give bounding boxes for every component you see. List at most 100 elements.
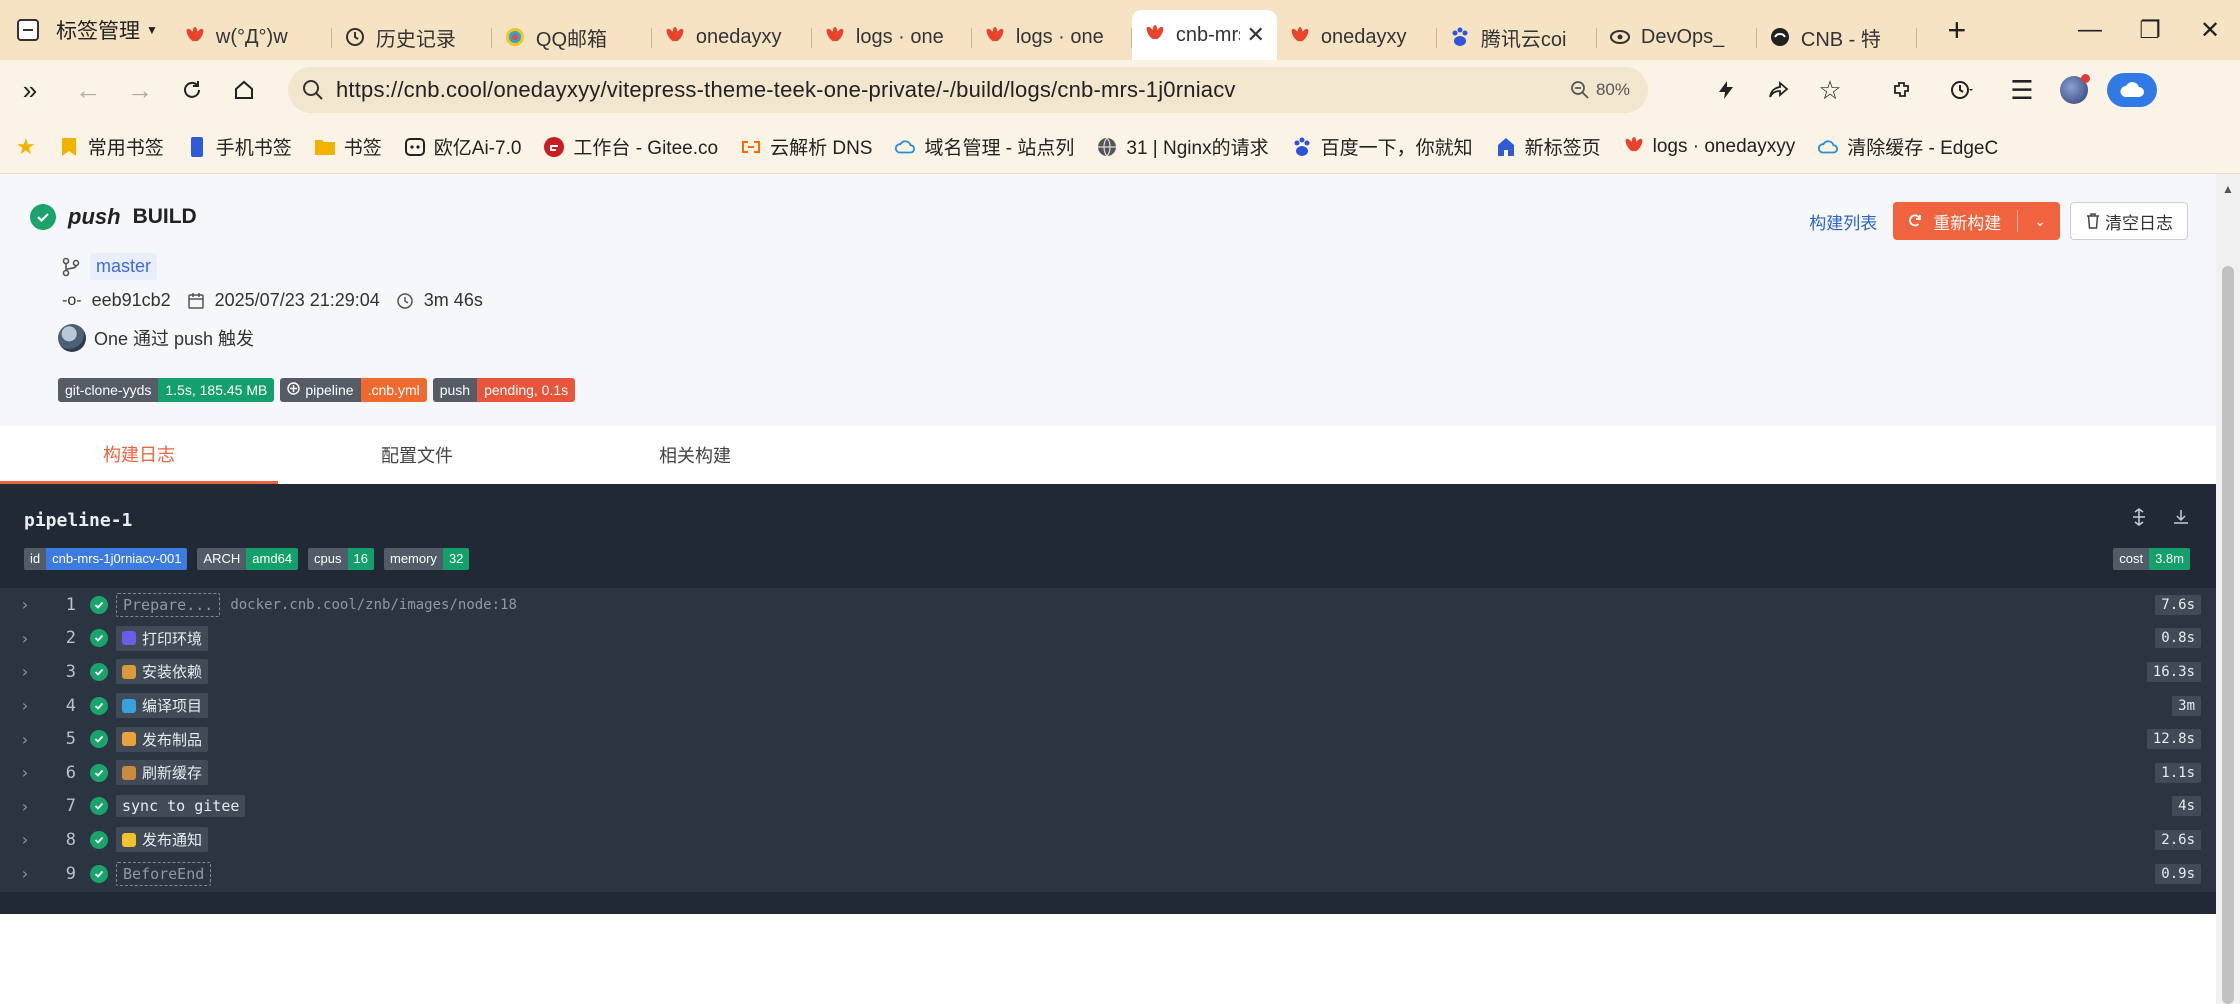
step-row[interactable]: › 7 sync to gitee 4s: [0, 790, 2216, 824]
step-row[interactable]: › 5 发布制品 12.8s: [0, 722, 2216, 756]
clock-icon: [397, 292, 413, 309]
close-tab-icon[interactable]: ✕: [1246, 22, 1264, 48]
address-bar[interactable]: https://cnb.cool/onedayxyy/vitepress-the…: [288, 67, 1648, 113]
step-duration: 7.6s: [2155, 594, 2201, 615]
share-icon[interactable]: [1752, 64, 1804, 116]
tab-group-menu[interactable]: 标签管理 ▼: [56, 15, 158, 45]
step-name[interactable]: 刷新缓存: [116, 760, 209, 786]
chevron-right-icon[interactable]: ›: [20, 629, 42, 648]
menu-icon[interactable]: ☰: [1996, 64, 2048, 116]
minimize-button[interactable]: —: [2060, 16, 2120, 44]
step-name[interactable]: 打印环境: [116, 625, 209, 651]
browser-tab[interactable]: onedayxy: [1277, 14, 1437, 60]
bookmark-item[interactable]: 清除缓存 - EdgeC: [1817, 133, 1998, 160]
tag-key: ARCH: [197, 548, 247, 570]
favorites-star-icon[interactable]: ★: [16, 134, 36, 160]
step-row[interactable]: › 6 刷新缓存 1.1s: [0, 756, 2216, 790]
step-row[interactable]: › 2 打印环境 0.8s: [0, 622, 2216, 656]
step-name[interactable]: 发布制品: [116, 726, 209, 752]
chevron-right-icon[interactable]: ›: [20, 696, 42, 715]
new-tab-button[interactable]: +: [1937, 12, 1977, 49]
chevron-right-icon[interactable]: ›: [20, 797, 42, 816]
git-commit-icon: -o-: [62, 291, 82, 309]
git-branch-icon: [62, 257, 80, 276]
history-dropdown-icon[interactable]: [1936, 64, 1988, 116]
bookmark-item[interactable]: 31 | Nginx的请求: [1096, 133, 1269, 160]
step-row[interactable]: › 4 编译项目 3m: [0, 689, 2216, 723]
browser-tab[interactable]: CNB - 特: [1757, 14, 1917, 60]
commit-hash[interactable]: eeb91cb2: [92, 290, 171, 311]
sidebar-expand-icon[interactable]: »: [4, 64, 56, 116]
close-window-button[interactable]: ✕: [2180, 16, 2240, 45]
user-avatar[interactable]: [58, 324, 86, 352]
bookmark-item[interactable]: logs · onedayxyy: [1623, 136, 1795, 158]
tab-related-builds[interactable]: 相关构建: [556, 426, 834, 484]
branch-link[interactable]: master: [90, 253, 158, 280]
build-header: push BUILD master -o- eeb91cb2 2025/07/2…: [0, 174, 2216, 426]
home-button[interactable]: [218, 64, 270, 116]
browser-tab[interactable]: logs · one: [812, 14, 972, 60]
bookmark-item[interactable]: 常用书签: [58, 133, 164, 160]
lightning-icon[interactable]: [1700, 64, 1752, 116]
scrollbar-thumb[interactable]: [2222, 266, 2234, 1004]
step-name[interactable]: BeforeEnd: [116, 861, 212, 886]
browser-tab[interactable]: w(°Д°)w: [172, 14, 332, 60]
bookmark-item[interactable]: 新标签页: [1495, 133, 1601, 160]
tab-build-log[interactable]: 构建日志: [0, 426, 278, 484]
step-name[interactable]: 安装依赖: [116, 659, 209, 685]
browser-tab[interactable]: onedayxy: [652, 14, 812, 60]
chevron-right-icon[interactable]: ›: [20, 830, 42, 849]
cloud-sync-button[interactable]: [2106, 64, 2158, 116]
expand-all-icon[interactable]: [2130, 508, 2148, 531]
chevron-right-icon[interactable]: ›: [20, 730, 42, 749]
step-name[interactable]: 编译项目: [116, 693, 209, 719]
browser-tab[interactable]: 腾讯云coi: [1437, 14, 1597, 60]
step-name[interactable]: Prepare...: [116, 592, 221, 617]
tab-config-file[interactable]: 配置文件: [278, 426, 556, 484]
favorite-star-icon[interactable]: ☆: [1804, 64, 1856, 116]
page-content: push BUILD master -o- eeb91cb2 2025/07/2…: [0, 174, 2216, 1004]
forward-button[interactable]: →: [114, 64, 166, 116]
rebuild-button[interactable]: 重新构建 ⌄: [1893, 202, 2060, 240]
chevron-down-icon[interactable]: ⌄: [2034, 213, 2046, 230]
back-button[interactable]: ←: [62, 64, 114, 116]
zoom-indicator[interactable]: 80%: [1570, 80, 1630, 100]
bookmark-item[interactable]: 域名管理 - 站点列: [894, 133, 1074, 160]
chevron-right-icon[interactable]: ›: [20, 662, 42, 681]
tab-actions-icon[interactable]: [10, 12, 46, 48]
step-row[interactable]: › 1 Prepare... docker.cnb.cool/znb/images/n…: [0, 588, 2216, 622]
download-icon[interactable]: [2172, 508, 2190, 531]
step-name[interactable]: sync to gitee: [116, 795, 246, 818]
scroll-up-icon[interactable]: ▲: [2222, 182, 2234, 196]
chevron-right-icon[interactable]: ›: [20, 595, 42, 614]
bookmark-item[interactable]: 云解析 DNS: [740, 133, 872, 160]
build-list-link[interactable]: 构建列表: [1809, 209, 1877, 234]
step-row[interactable]: › 9 BeforeEnd 0.9s: [0, 857, 2216, 891]
page-scrollbar[interactable]: ▲: [2216, 174, 2240, 1004]
browser-tab[interactable]: logs · one: [972, 14, 1132, 60]
profile-avatar[interactable]: [2048, 64, 2100, 116]
chevron-right-icon[interactable]: ›: [20, 864, 42, 883]
reload-button[interactable]: [166, 64, 218, 116]
bookmark-item[interactable]: 百度一下，你就知: [1291, 133, 1473, 160]
restore-button[interactable]: ❐: [2120, 16, 2180, 45]
browser-tab[interactable]: 历史记录: [332, 14, 492, 60]
bookmark-item[interactable]: 手机书签: [186, 133, 292, 160]
build-badge[interactable]: pipeline .cnb.yml: [280, 378, 427, 402]
bookmark-item[interactable]: 书签: [314, 133, 382, 160]
bookmark-item[interactable]: 欧亿Ai-7.0: [404, 133, 521, 160]
browser-tab[interactable]: QQ邮箱: [492, 14, 652, 60]
bookmark-item[interactable]: 工作台 - Gitee.co: [543, 133, 718, 160]
build-badge[interactable]: git-clone-yyds 1.5s, 185.45 MB: [58, 378, 275, 402]
extensions-icon[interactable]: [1876, 64, 1928, 116]
step-name[interactable]: 发布通知: [116, 827, 209, 853]
step-row[interactable]: › 3 安装依赖 16.3s: [0, 655, 2216, 689]
chevron-right-icon[interactable]: ›: [20, 763, 42, 782]
step-number: 9: [65, 863, 76, 884]
build-badge[interactable]: push pending, 0.1s: [432, 378, 576, 402]
clear-log-button[interactable]: 清空日志: [2070, 202, 2188, 240]
browser-tab[interactable]: DevOps_: [1597, 14, 1757, 60]
url-text[interactable]: https://cnb.cool/onedayxyy/vitepress-the…: [336, 77, 1236, 103]
step-row[interactable]: › 8 发布通知 2.6s: [0, 823, 2216, 857]
tab-active[interactable]: cnb-mrs✕: [1131, 10, 1277, 60]
